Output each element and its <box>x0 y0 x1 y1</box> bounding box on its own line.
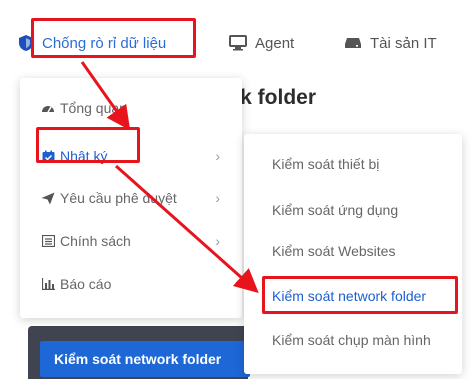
submenu-item-application-control[interactable]: Kiểm soát ứng dụng <box>272 200 398 220</box>
logs-submenu: Kiểm soát thiết bị Kiểm soát ứng dụng Ki… <box>244 134 462 374</box>
nav-label: Chống rò rỉ dữ liệu <box>42 34 167 52</box>
nav-label: Agent <box>255 34 295 52</box>
page-title: rk folder <box>232 86 317 109</box>
menu-item-label: Yêu cầu phê duyệt <box>60 190 177 206</box>
submenu-item-device-control[interactable]: Kiểm soát thiết bị <box>272 154 379 174</box>
bar-chart-icon <box>40 278 56 290</box>
calendar-check-icon <box>40 150 56 163</box>
network-folder-control-button[interactable]: Kiểm soát network folder <box>40 341 250 377</box>
submenu-item-network-folder-control[interactable]: Kiểm soát network folder <box>272 286 426 306</box>
chevron-right-icon: › <box>215 190 220 206</box>
submenu-item-website-control[interactable]: Kiểm soát Websites <box>272 241 395 261</box>
menu-item-overview[interactable]: Tổng quan <box>40 96 127 120</box>
menu-item-label: Nhật ký <box>60 148 108 164</box>
monitor-icon <box>229 35 247 51</box>
menu-item-approval-requests[interactable]: Yêu cầu phê duyệt <box>40 186 177 210</box>
chevron-right-icon: › <box>215 148 220 164</box>
drive-icon <box>344 37 362 49</box>
nav-data-loss-prevention[interactable]: Chống rò rỉ dữ liệu <box>18 28 166 58</box>
nav-label: Tài sản IT <box>370 34 437 52</box>
menu-item-label: Tổng quan <box>60 100 127 116</box>
menu-item-policies[interactable]: Chính sách <box>40 229 131 253</box>
chevron-right-icon: › <box>215 233 220 249</box>
shield-icon <box>18 34 34 52</box>
menu-item-reports[interactable]: Báo cáo <box>40 272 111 296</box>
menu-item-logs[interactable]: Nhật ký <box>40 144 107 168</box>
nav-agent[interactable]: Agent <box>229 28 294 58</box>
menu-item-label: Báo cáo <box>60 276 112 292</box>
submenu-item-screenshot-control[interactable]: Kiểm soát chụp màn hình <box>272 330 431 350</box>
dlp-dropdown-menu: Tổng quan Nhật ký › Yêu cầu phê duyệt › … <box>20 78 242 318</box>
list-icon <box>40 235 56 247</box>
menu-item-label: Chính sách <box>60 233 131 249</box>
top-navigation: Chống rò rỉ dữ liệu Agent Tài sản IT <box>0 0 474 78</box>
nav-it-assets[interactable]: Tài sản IT <box>344 28 437 58</box>
send-icon <box>40 192 56 205</box>
dashboard-icon <box>40 102 56 114</box>
